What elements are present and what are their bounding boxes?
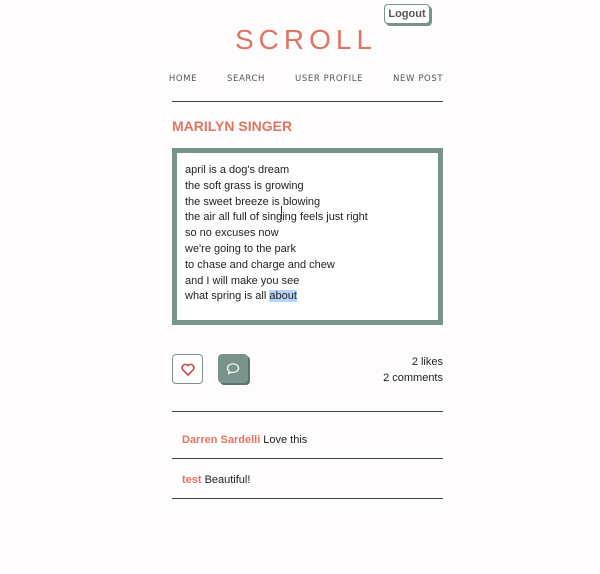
text-cursor-icon — [281, 206, 283, 219]
comment-text: Beautiful! — [204, 474, 251, 486]
post-line: what spring is all about — [185, 289, 430, 305]
comment-divider — [172, 498, 443, 499]
post-line: april is a dog's dream — [185, 164, 290, 176]
post-line: the air all full of singing feels just r… — [185, 211, 368, 224]
post-line: the soft grass is growing — [185, 179, 304, 192]
comment-text: Love this — [263, 434, 308, 446]
like-button[interactable] — [172, 354, 203, 384]
comments-count: 2 comments — [383, 372, 443, 384]
post-line: we're going to the park — [185, 242, 296, 255]
logout-button[interactable]: Logout — [384, 4, 430, 24]
post-line: to chase and charge and chew — [185, 258, 335, 271]
post-line: so no excuses now — [185, 227, 279, 240]
comment-item: test Beautiful! — [182, 474, 250, 486]
comments-divider — [172, 411, 443, 412]
post-stats: 2 likes 2 comments — [340, 354, 443, 386]
site-logo[interactable]: SCROLL — [0, 24, 600, 56]
comment-author[interactable]: Darren Sardelli — [182, 434, 260, 446]
heart-icon — [180, 363, 195, 376]
nav-search[interactable]: SEARCH — [227, 74, 265, 84]
comment-author[interactable]: test — [182, 474, 202, 486]
likes-count: 2 likes — [411, 356, 443, 368]
nav-user-profile[interactable]: USER PROFILE — [295, 74, 363, 84]
post-body[interactable]: april is a dog's dream the soft grass is… — [172, 148, 443, 325]
main-nav: HOME SEARCH USER PROFILE NEW POST — [0, 74, 600, 84]
speech-bubble-icon — [226, 363, 240, 375]
header-divider — [172, 101, 443, 102]
selected-text: about — [269, 290, 297, 303]
comment-button[interactable] — [218, 354, 248, 383]
nav-home[interactable]: HOME — [169, 74, 197, 84]
nav-new-post[interactable]: NEW POST — [393, 74, 443, 84]
post-line: the sweet breeze is blowing — [185, 195, 321, 208]
post-line: and I will make you see — [185, 274, 300, 287]
comment-divider — [172, 458, 443, 459]
comment-item: Darren Sardelli Love this — [182, 434, 307, 446]
post-author[interactable]: MARILYN SINGER — [172, 118, 292, 134]
post-line-text: what spring is all — [185, 290, 267, 303]
